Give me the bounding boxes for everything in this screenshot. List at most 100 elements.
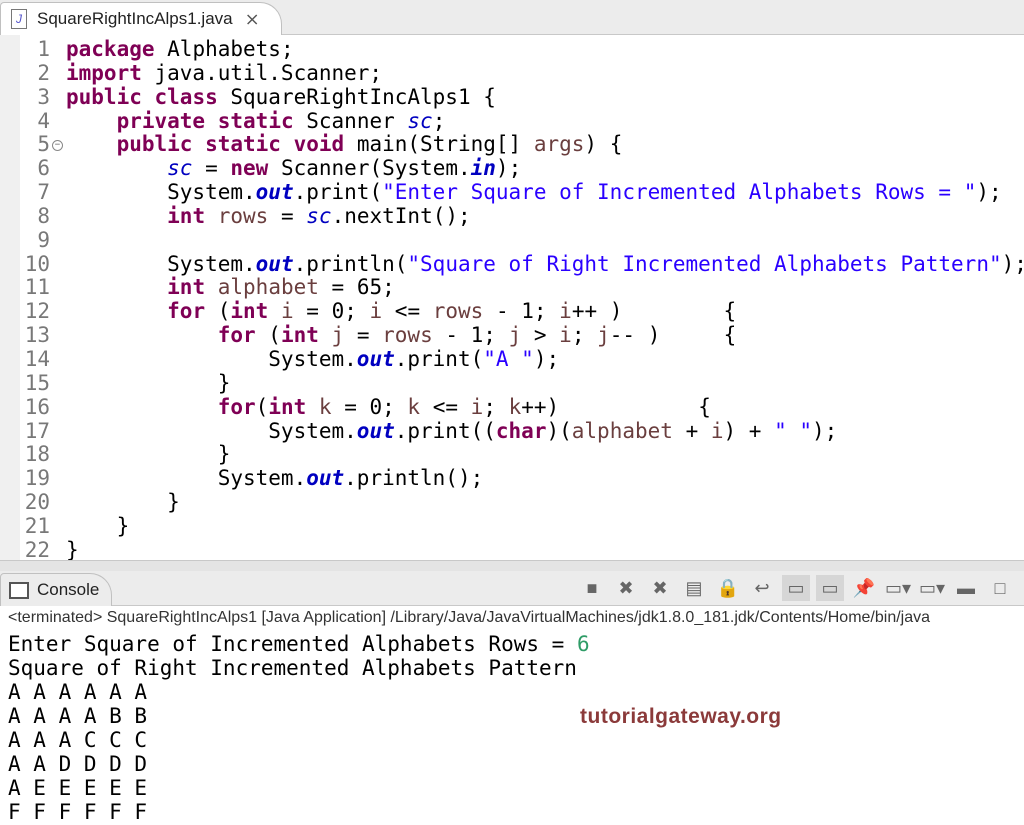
code-token: i — [710, 418, 724, 443]
code-line: 16 for(int k = 0; k <= i; k++) { — [20, 394, 1024, 420]
code-token: void — [293, 132, 345, 157]
code-token: ); — [812, 418, 838, 443]
code-token: ); — [1001, 251, 1024, 276]
code-text: System.out.println("Square of Right Incr… — [66, 251, 1024, 277]
code-text: } — [66, 514, 130, 539]
code-line: 9 — [20, 228, 1024, 253]
code-token: ; — [571, 323, 598, 348]
code-token: ; — [483, 394, 509, 419]
code-token: int — [280, 323, 319, 348]
code-token: int — [268, 394, 307, 419]
code-token: <= — [382, 299, 433, 324]
code-token: char — [495, 418, 547, 443]
code-token: = 0; — [331, 394, 408, 419]
code-token: Alphabets; — [154, 37, 294, 61]
code-token: out — [255, 180, 294, 205]
code-token: } — [66, 370, 231, 395]
code-token: out — [356, 346, 395, 371]
code-token: static — [205, 132, 281, 157]
code-token: " " — [774, 418, 813, 443]
code-token: int — [167, 203, 206, 228]
console-output-line: A A A C C C — [8, 728, 148, 752]
code-token: sc — [407, 108, 433, 133]
code-editor[interactable]: 1 package Alphabets; 2 import java.util.Sca… — [0, 35, 1024, 560]
terminate-button[interactable]: ■ — [578, 575, 606, 601]
code-token: rows — [217, 203, 269, 228]
line-number: 10 — [24, 251, 50, 276]
console-status: <terminated> SquareRightIncAlps1 [Java A… — [8, 609, 931, 626]
line-number: 15 — [24, 370, 50, 395]
console-tab[interactable]: Console — [0, 573, 112, 606]
code-token: = — [268, 203, 307, 228]
console-toolbar: ■ ✖ ✖ ▤ 🔒 ↩ ▭ ▭ 📌 ▭▾ ▭▾ ▬ □ — [578, 575, 1014, 601]
line-number: 12 — [24, 299, 50, 324]
code-text: System.out.print("Enter Square of Increm… — [66, 180, 1002, 205]
java-file-icon: J — [11, 9, 27, 29]
code-token: args — [533, 132, 585, 157]
clear-console-button[interactable]: ▤ — [680, 575, 708, 601]
remove-launch-button[interactable]: ✖ — [612, 575, 640, 601]
code-token: public — [66, 84, 142, 109]
show-on-stdout-button[interactable]: ▭ — [782, 575, 810, 601]
console-tab-label: Console — [37, 580, 100, 599]
code-line: 19 System.out.println(); — [20, 466, 1024, 491]
code-token: public — [116, 132, 193, 157]
close-icon[interactable]: ⨯ — [245, 9, 260, 30]
editor-ruler — [0, 35, 20, 560]
console-prompt-line: Enter Square of Incremented Alphabets Ro… — [8, 632, 590, 656]
maximize-button[interactable]: □ — [986, 575, 1014, 601]
line-number: 22 — [24, 537, 50, 560]
console-output-line: A A A A B B — [8, 704, 148, 728]
code-text: public class SquareRightIncAlps1 { — [66, 84, 496, 110]
console-prompt: Enter Square of Incremented Alphabets Ro… — [8, 632, 577, 656]
code-token: + — [672, 418, 711, 443]
display-console-button[interactable]: ▭▾ — [884, 575, 912, 601]
code-token: .println(); — [344, 466, 484, 491]
console-output-line: Square of Right Incremented Alphabets Pa… — [8, 656, 577, 680]
code-token: k — [407, 394, 421, 419]
code-text: for (int i = 0; i <= rows - 1; i++ ) { — [66, 299, 736, 324]
code-token: )( — [546, 418, 572, 443]
code-token: ( — [255, 323, 281, 348]
minimize-button[interactable]: ▬ — [952, 575, 980, 601]
code-text: System.out.print((char)(alphabet + i) + … — [66, 418, 838, 444]
editor-tab-bar: J SquareRightIncAlps1.java ⨯ — [0, 0, 1024, 35]
line-number: 4 — [37, 108, 50, 133]
code-token: ); — [495, 156, 522, 181]
fold-toggle-icon[interactable]: − — [52, 140, 63, 152]
code-token: System. — [66, 180, 256, 205]
remove-all-terminated-button[interactable]: ✖ — [646, 575, 674, 601]
code-token: .print( — [394, 346, 484, 371]
code-token: in — [470, 156, 496, 181]
code-line: 4 private static Scanner sc; — [20, 108, 1024, 134]
code-line: 5− public static void main(String[] args… — [20, 132, 1024, 157]
show-on-stderr-button[interactable]: ▭ — [816, 575, 844, 601]
code-token: j — [597, 323, 610, 348]
console-output-line: A A D D D D — [8, 752, 148, 776]
code-token: ++) { — [521, 394, 711, 419]
pin-console-button[interactable]: 📌 — [850, 575, 878, 601]
open-console-button[interactable]: ▭▾ — [918, 575, 946, 601]
code-token: = 0; — [293, 299, 370, 324]
code-token: sc — [306, 203, 332, 228]
line-number: 14 — [24, 346, 50, 371]
code-token: private — [116, 108, 206, 133]
code-token: = — [344, 323, 383, 348]
code-token: j — [508, 323, 522, 348]
code-token: } — [66, 442, 231, 467]
editor-tab[interactable]: J SquareRightIncAlps1.java ⨯ — [0, 2, 282, 35]
code-token: rows — [432, 299, 484, 324]
code-token: ( — [255, 394, 269, 419]
scroll-lock-button[interactable]: 🔒 — [714, 575, 742, 601]
line-number: 17 — [24, 418, 50, 443]
word-wrap-button[interactable]: ↩ — [748, 575, 776, 601]
console-output[interactable]: Enter Square of Incremented Alphabets Ro… — [8, 632, 590, 824]
code-text: for(int k = 0; k <= i; k++) { — [66, 394, 711, 420]
